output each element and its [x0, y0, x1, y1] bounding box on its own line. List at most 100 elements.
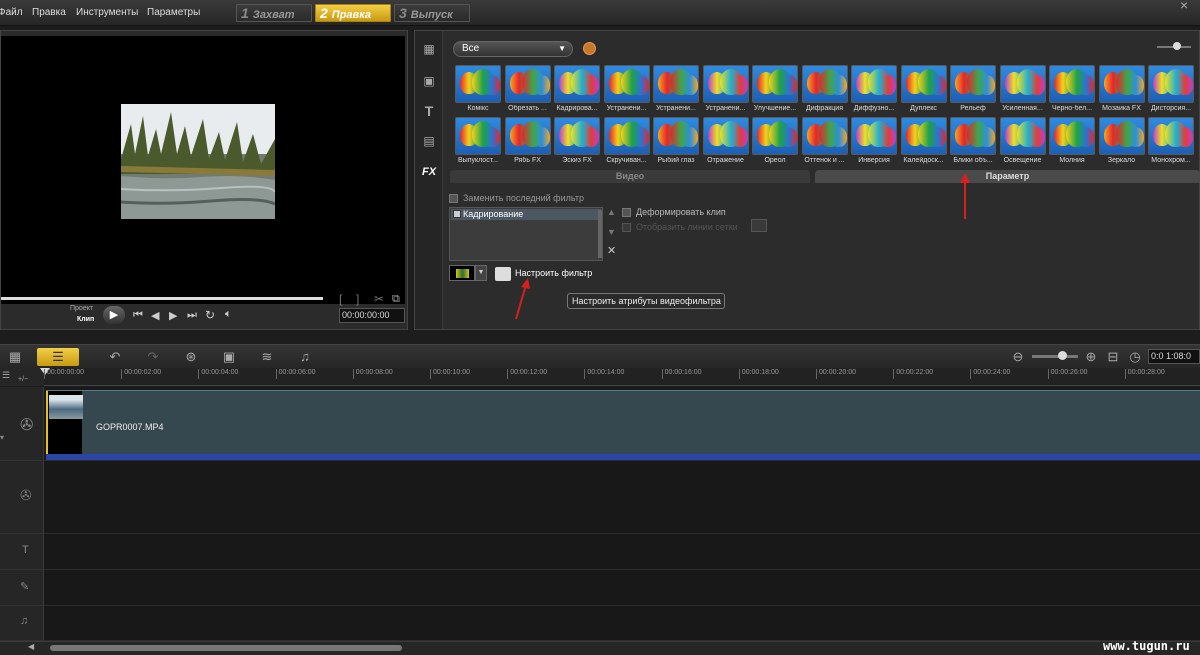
zoom-handle[interactable] — [1058, 351, 1067, 360]
filter-thumbnail[interactable]: Скручиван... — [603, 117, 650, 169]
end-icon[interactable]: ⏭ — [187, 309, 197, 322]
track-visibility-icon[interactable]: ▾ — [0, 433, 4, 442]
mode-project-label[interactable]: Проект — [70, 305, 93, 312]
undo-icon[interactable]: ↶ — [105, 348, 125, 366]
filter-thumbnail[interactable]: Рыбий глаз — [653, 117, 699, 169]
mark-out-button[interactable]: ] — [356, 292, 359, 306]
filter-thumbnail[interactable]: Калейдоск... — [900, 117, 947, 169]
filter-thumbnail[interactable]: Отражение — [702, 117, 749, 169]
chapter-icon[interactable]: +/− — [18, 376, 28, 383]
mark-in-button[interactable]: [ — [339, 292, 342, 306]
video-clip[interactable]: GOPR0007.MP4 — [46, 390, 1200, 460]
filter-thumbnail[interactable]: Диффузно... — [851, 65, 897, 117]
timeline-scrollbar[interactable]: ◀ — [0, 641, 1200, 655]
screen-capture-icon[interactable]: ▣ — [219, 348, 239, 366]
filter-thumbnail[interactable]: Усиленная... — [999, 65, 1046, 117]
move-down-icon[interactable]: ▼ — [607, 227, 616, 237]
filter-thumbnail[interactable]: Улучшение... — [752, 65, 798, 117]
filter-thumbnail[interactable]: Блики объ... — [950, 117, 996, 169]
filter-thumbnail[interactable]: Дисторсия... — [1148, 65, 1194, 117]
preview-screen: [ ] ✂ ⧉ — [1, 36, 405, 306]
storyboard-view-icon[interactable]: ▦ — [2, 348, 28, 366]
repeat-icon[interactable]: ↻ — [205, 308, 215, 322]
browse-icon[interactable] — [583, 42, 596, 55]
preset-thumbnail[interactable] — [449, 265, 475, 281]
scroll-left-icon[interactable]: ◀ — [28, 642, 34, 651]
move-up-icon[interactable]: ▲ — [607, 207, 616, 217]
fit-project-icon[interactable]: ⊟ — [1106, 348, 1120, 366]
menu-tools[interactable]: Инструменты — [76, 7, 138, 18]
preview-timecode[interactable]: 00:00:00:00 — [339, 308, 405, 323]
prev-frame-icon[interactable]: ◀ — [151, 309, 159, 322]
transition-icon[interactable]: ▣ — [420, 73, 438, 89]
thumbnail-size-handle[interactable] — [1173, 42, 1181, 50]
list-item[interactable]: Кадрирование — [451, 209, 601, 220]
volume-icon[interactable]: 🔈︎ — [225, 308, 232, 321]
cut-icon[interactable]: ✂ — [374, 292, 384, 306]
next-frame-icon[interactable]: ▶ — [169, 309, 177, 322]
play-button[interactable]: ▶ — [103, 306, 125, 324]
list-scrollbar[interactable] — [598, 210, 602, 258]
filter-thumbnail[interactable]: Черно-бел... — [1049, 65, 1095, 117]
close-window-button[interactable]: × — [1180, 0, 1188, 13]
timeline-view-icon[interactable]: ☰ — [37, 348, 79, 366]
clock-icon[interactable]: ◷ — [1128, 348, 1142, 366]
track-manager-icon[interactable]: ☰ — [2, 370, 10, 381]
audio-mixer-icon[interactable]: ≋ — [257, 348, 277, 366]
zoom-out-icon[interactable]: ⊖ — [1011, 348, 1025, 366]
customize-filter-icon[interactable] — [495, 267, 511, 281]
filter-thumbnail[interactable]: Обрезать ... — [504, 65, 551, 117]
step-share[interactable]: 3 Выпуск — [394, 4, 470, 22]
redo-icon[interactable]: ↷ — [143, 348, 163, 366]
filter-thumbnail[interactable]: Устранени... — [702, 65, 749, 117]
record-capture-icon[interactable]: ⊛ — [181, 348, 201, 366]
deform-clip-checkbox[interactable] — [622, 208, 631, 217]
show-grid-checkbox[interactable] — [622, 223, 631, 232]
replace-last-filter-checkbox[interactable] — [449, 194, 458, 203]
menu-settings[interactable]: Параметры — [147, 7, 200, 18]
step-edit[interactable]: 2 Правка — [315, 4, 391, 22]
filter-thumbnail[interactable]: Рябь FX — [504, 117, 551, 169]
filter-thumbnail[interactable]: Устранени... — [603, 65, 650, 117]
filter-thumbnail[interactable]: Комікс — [455, 65, 501, 117]
filter-thumbnail[interactable]: Дуплекс — [900, 65, 947, 117]
preview-scrub-bar[interactable] — [1, 297, 323, 300]
filter-thumbnail[interactable]: Зеркало — [1098, 117, 1145, 169]
filter-thumbnail[interactable]: Мозаика FX — [1098, 65, 1145, 117]
timeline-ruler[interactable]: 00:00:00:00 00:00:02:00 00:00:04:00 00:00:0… — [40, 368, 1200, 386]
mode-clip-label[interactable]: Клип — [77, 316, 94, 323]
step-capture[interactable]: 1 Захват — [236, 4, 312, 22]
auto-music-icon[interactable]: ♫ — [295, 348, 315, 366]
home-icon[interactable]: ⏮ — [133, 309, 143, 322]
category-dropdown[interactable]: Все ▼ — [453, 41, 573, 57]
media-icon[interactable]: ▦ — [420, 41, 438, 57]
filter-thumbnail[interactable]: Оттенок и ... — [801, 117, 848, 169]
zoom-slider[interactable] — [1032, 355, 1078, 358]
menu-edit[interactable]: Правка — [32, 7, 66, 18]
applied-filters-list[interactable]: Кадрирование — [449, 207, 603, 261]
fx-filter-icon[interactable]: FX — [420, 164, 438, 180]
grid-options-icon[interactable] — [751, 219, 767, 232]
tab-parameter[interactable]: Параметр — [815, 170, 1200, 183]
filter-thumbnail[interactable]: Эскиз FX — [554, 117, 600, 169]
remove-filter-button[interactable]: ✕ — [607, 244, 616, 257]
zoom-in-icon[interactable]: ⊕ — [1084, 348, 1098, 366]
tab-video[interactable]: Видео — [450, 170, 810, 183]
filter-enabled-checkbox[interactable] — [453, 210, 461, 218]
filter-thumbnail[interactable]: Освещение — [999, 117, 1046, 169]
filter-thumbnail[interactable]: Монохром... — [1148, 117, 1194, 169]
filter-thumbnail[interactable]: Кадрирова... — [554, 65, 600, 117]
filter-thumbnail[interactable]: Инверсия — [851, 117, 897, 169]
filter-thumbnail[interactable]: Дифракция — [801, 65, 848, 117]
scrollbar-thumb[interactable] — [50, 645, 402, 651]
filter-thumbnail[interactable]: Рельеф — [950, 65, 996, 117]
preset-dropdown-chevron-icon[interactable]: ▼ — [475, 265, 487, 281]
graphic-icon[interactable]: ▤ — [420, 133, 438, 149]
filter-thumbnail[interactable]: Ореол — [752, 117, 798, 169]
title-icon[interactable]: T — [420, 103, 438, 119]
filter-thumbnail[interactable]: Выпуклост... — [455, 117, 501, 169]
filter-thumbnail[interactable]: Молния — [1049, 117, 1095, 169]
menu-file[interactable]: Файл — [0, 7, 23, 18]
copy-icon[interactable]: ⧉ — [392, 293, 400, 306]
filter-thumbnail[interactable]: Устранени... — [653, 65, 699, 117]
